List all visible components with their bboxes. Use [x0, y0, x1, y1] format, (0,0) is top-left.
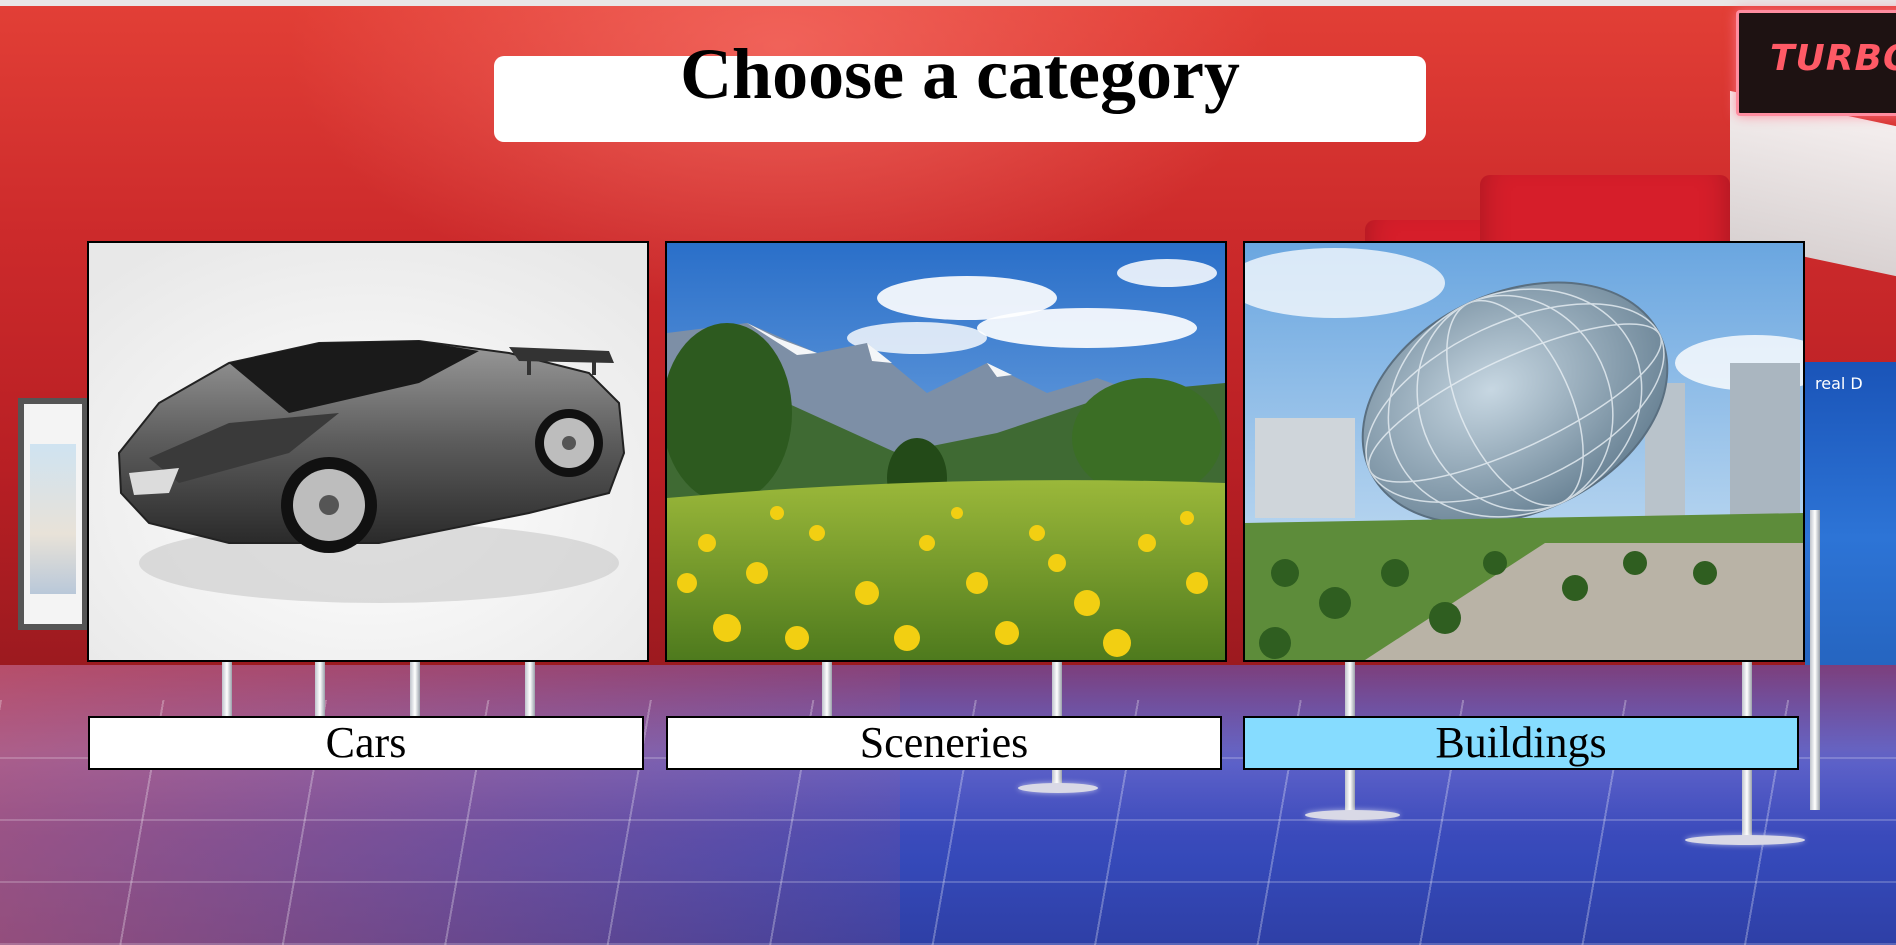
- sports-car-image: [89, 243, 647, 660]
- wall-poster: [18, 398, 88, 630]
- reald-banner-text: real D: [1815, 374, 1863, 393]
- stanchion-base: [1018, 783, 1098, 793]
- buildings-label: Buildings: [1435, 718, 1607, 767]
- stanchion-post: [1810, 510, 1820, 810]
- stanchion-post: [525, 662, 535, 720]
- buildings-image-card[interactable]: [1243, 241, 1805, 662]
- stanchion-post: [822, 662, 832, 720]
- neon-sign-text: TURBO: [1770, 38, 1896, 79]
- sceneries-image-card[interactable]: [665, 241, 1227, 662]
- stanchion-post: [410, 662, 420, 720]
- egg-building-image: [1245, 243, 1803, 660]
- sceneries-label: Sceneries: [859, 718, 1029, 767]
- stanchion-post: [315, 662, 325, 720]
- stanchion-base: [1685, 835, 1805, 845]
- buildings-category-button[interactable]: Buildings: [1243, 716, 1799, 770]
- mountain-meadow-image: [667, 243, 1225, 660]
- stanchion-post: [222, 662, 232, 720]
- stanchion-base: [1305, 810, 1400, 820]
- cars-category-button[interactable]: Cars: [88, 716, 644, 770]
- cars-label: Cars: [325, 718, 407, 767]
- cars-image-card[interactable]: [87, 241, 649, 662]
- page-title: Choose a category: [680, 33, 1240, 114]
- sceneries-category-button[interactable]: Sceneries: [666, 716, 1222, 770]
- title-banner: Choose a category: [494, 38, 1426, 142]
